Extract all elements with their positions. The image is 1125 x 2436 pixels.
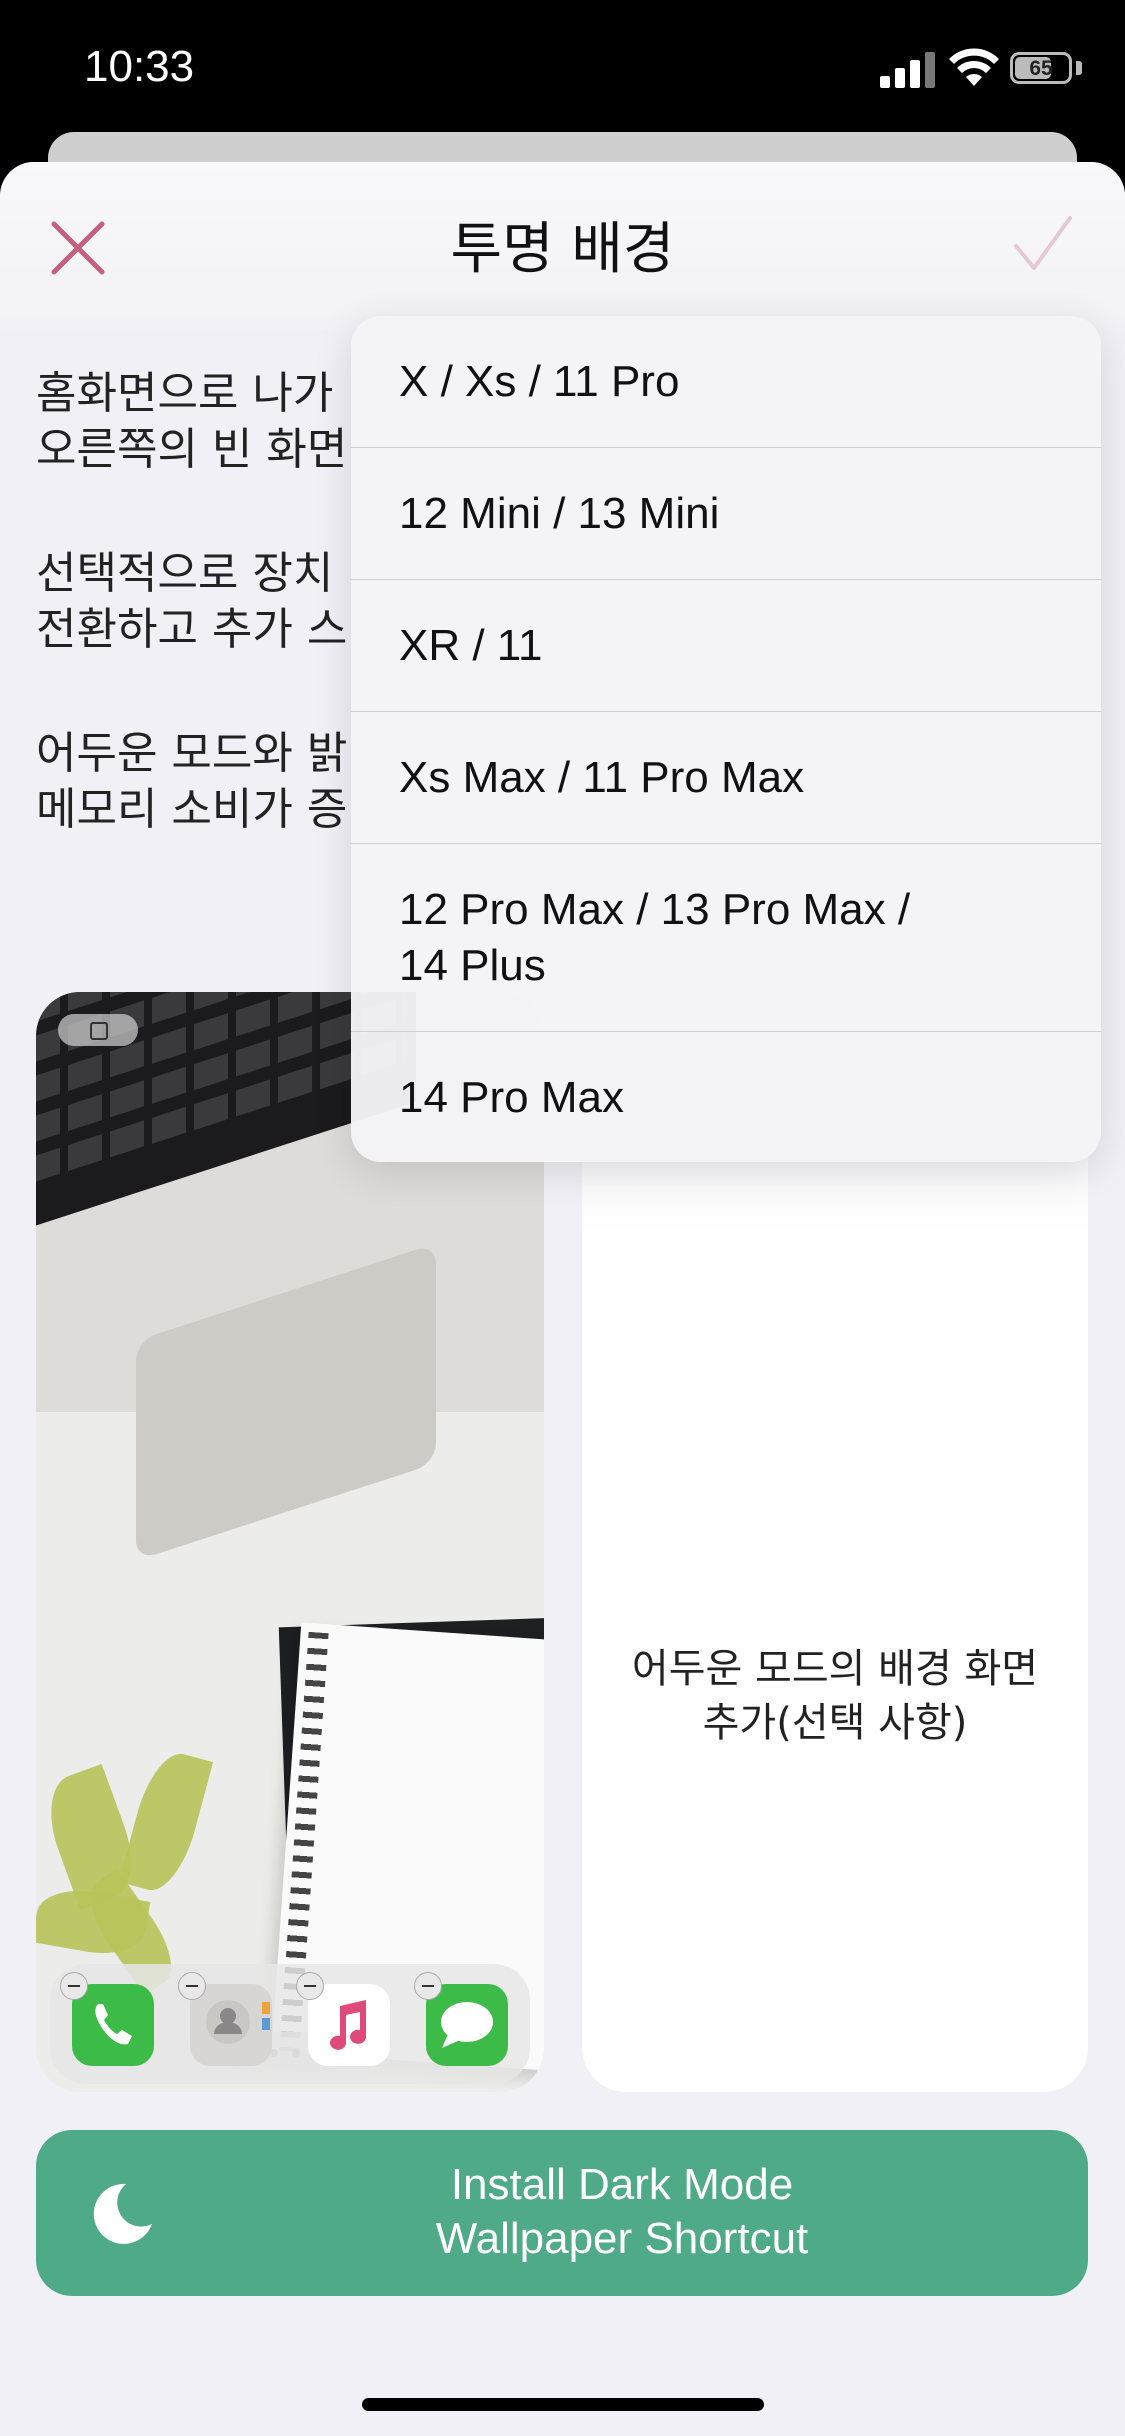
description-line: 오른쪽의 빈 화면 bbox=[36, 424, 348, 475]
install-shortcut-button[interactable]: Install Dark Mode Wallpaper Shortcut bbox=[36, 2130, 1088, 2296]
description-line: 메모리 소비가 증 bbox=[36, 784, 348, 835]
menu-item-14promax[interactable]: 14 Pro Max bbox=[351, 1032, 1101, 1162]
moon-icon bbox=[93, 2183, 152, 2244]
remove-icon bbox=[60, 1972, 88, 2000]
install-label-line: Wallpaper Shortcut bbox=[435, 2214, 809, 2263]
install-label-line: Install Dark Mode bbox=[450, 2160, 794, 2209]
menu-item-xsmax-11promax[interactable]: Xs Max / 11 Pro Max bbox=[351, 712, 1101, 844]
contacts-app-icon bbox=[190, 1984, 272, 2066]
status-time: 10:33 bbox=[84, 42, 195, 91]
description-line: 선택적으로 장치 bbox=[36, 548, 334, 599]
messages-app-icon bbox=[426, 1984, 508, 2066]
dock bbox=[50, 1964, 530, 2084]
signal-icon bbox=[880, 52, 936, 88]
nav-bar: 투명 배경 bbox=[0, 162, 1125, 330]
dark-card-line: 추가(선택 사항) bbox=[702, 1700, 968, 1746]
remove-icon bbox=[296, 1972, 324, 2000]
phone-app-icon bbox=[72, 1984, 154, 2066]
remove-icon bbox=[178, 1972, 206, 2000]
dark-card-label: 어두운 모드의 배경 화면 추가(선택 사항) bbox=[582, 1642, 1088, 1750]
battery-level: 65 bbox=[1029, 57, 1053, 80]
music-app-icon bbox=[308, 1984, 390, 2066]
menu-item-label: 14 Pro Max bbox=[399, 1073, 624, 1122]
menu-item-xr-11[interactable]: XR / 11 bbox=[351, 580, 1101, 712]
menu-item-label: 12 Pro Max / 13 Pro Max / bbox=[399, 885, 911, 934]
install-button-label: Install Dark Mode Wallpaper Shortcut bbox=[156, 2158, 1088, 2266]
menu-item-label: 14 Plus bbox=[399, 941, 546, 990]
remove-icon bbox=[414, 1972, 442, 2000]
menu-item-label: Xs Max / 11 Pro Max bbox=[399, 753, 805, 802]
check-icon[interactable] bbox=[1012, 214, 1074, 276]
description-line: 어두운 모드와 밝 bbox=[36, 728, 348, 779]
dark-card-line: 어두운 모드의 배경 화면 bbox=[631, 1646, 1039, 1692]
description-line: 홈화면으로 나가 bbox=[36, 368, 334, 419]
home-indicator bbox=[362, 2398, 764, 2411]
page-title: 투명 배경 bbox=[450, 217, 675, 282]
description-line: 전환하고 추가 스 bbox=[36, 604, 348, 655]
menu-item-label: X / Xs / 11 Pro bbox=[399, 357, 680, 406]
menu-item-12promax-13promax-14plus[interactable]: 12 Pro Max / 13 Pro Max / 14 Plus bbox=[351, 844, 1101, 1032]
menu-item-12mini-13mini[interactable]: 12 Mini / 13 Mini bbox=[351, 448, 1101, 580]
menu-item-label: XR / 11 bbox=[399, 621, 543, 670]
widget-chip bbox=[58, 1014, 138, 1046]
battery-tip bbox=[1076, 61, 1082, 75]
status-bar: 10:33 65 bbox=[0, 0, 1125, 140]
device-dropdown-menu: X / Xs / 11 Pro 12 Mini / 13 Mini XR / 1… bbox=[351, 316, 1101, 1162]
leaf bbox=[118, 1746, 214, 1898]
wifi-icon bbox=[949, 48, 999, 86]
menu-item-label: 12 Mini / 13 Mini bbox=[399, 489, 720, 538]
battery-icon: 65 bbox=[1010, 52, 1072, 84]
menu-item-x-xs-11pro[interactable]: X / Xs / 11 Pro bbox=[351, 316, 1101, 448]
